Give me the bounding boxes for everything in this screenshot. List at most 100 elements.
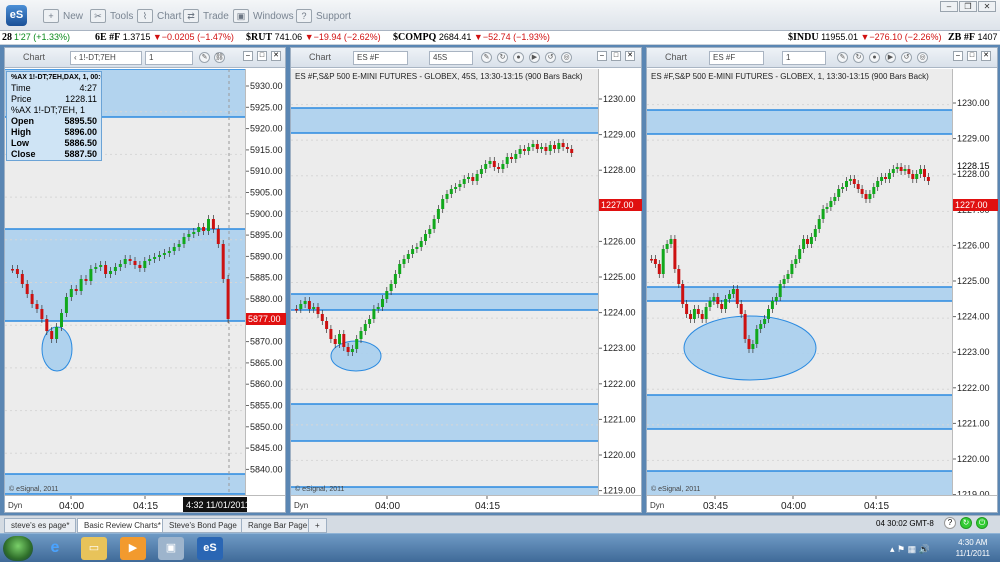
tab-basic-review-charts[interactable]: Basic Review Charts*: [77, 518, 168, 533]
panel-minimize[interactable]: –: [597, 51, 607, 61]
tab-steves-es-page[interactable]: steve's es page*: [4, 518, 77, 533]
esignal-app-icon[interactable]: eS: [6, 5, 27, 26]
replay-icon[interactable]: ↺: [901, 52, 912, 63]
candle: [221, 244, 225, 279]
plot-area[interactable]: ES #F,S&P 500 E-MINI FUTURES - GLOBEX, 4…: [291, 69, 600, 496]
candle: [755, 329, 759, 344]
add-tab-button[interactable]: +: [308, 518, 327, 533]
target-icon[interactable]: ◎: [917, 52, 928, 63]
candle: [860, 189, 864, 194]
stop-icon[interactable]: ●: [513, 52, 524, 63]
panel-close[interactable]: ✕: [981, 51, 991, 61]
tab-range-bar-page[interactable]: Range Bar Page: [241, 518, 315, 533]
panel-close[interactable]: ✕: [625, 51, 635, 61]
ticker-item[interactable]: $INDU 11955.01 ▼−276.10 (−2.26%): [788, 32, 941, 43]
refresh-icon[interactable]: ↻: [853, 52, 864, 63]
interval-field[interactable]: 1: [782, 51, 826, 65]
play-icon[interactable]: ▶: [529, 52, 540, 63]
support-button[interactable]: ? Support: [296, 7, 351, 25]
close-button[interactable]: ✕: [978, 1, 996, 12]
maximize-button[interactable]: ❐: [959, 1, 977, 12]
chart-panel-es-1min[interactable]: Chart ES #F 1 ✎ ↻ ● ▶ ↺ ◎ – □ ✕ ES #F,S&…: [646, 47, 998, 513]
link-icon[interactable]: ⛓: [214, 52, 225, 63]
ticker-item[interactable]: 1'27 (+1.33%): [14, 32, 70, 42]
price-chart[interactable]: [647, 69, 954, 496]
candle: [441, 199, 445, 209]
ticker-item[interactable]: $COMPQ 2684.41 ▼−52.74 (−1.93%): [393, 32, 550, 43]
price-axis[interactable]: 5930.00 5925.00 5920.00 5915.00 5910.00 5905.…: [245, 69, 286, 495]
last-price-label: 1227.00: [955, 200, 988, 210]
price-axis[interactable]: 1230.001229.001228.001227.001226.001225.…: [598, 69, 642, 496]
candle: [226, 279, 230, 319]
esignal-taskbar-icon[interactable]: eS: [197, 537, 223, 560]
tray-icons[interactable]: ▴ ⚑ ▦ 🔊: [890, 544, 930, 555]
candle: [389, 284, 393, 291]
internet-explorer-icon[interactable]: e: [42, 537, 68, 560]
panel-minimize[interactable]: –: [953, 51, 963, 61]
candle: [692, 309, 696, 319]
stop-icon[interactable]: ●: [869, 52, 880, 63]
power-icon[interactable]: ⏻: [976, 517, 988, 529]
chart-panel-dax[interactable]: Chart ‹ 1!-DT;7EH 1 ✎ ⛓ – □ ✕ © eSignal,…: [4, 47, 286, 513]
chart-panel-es-45s[interactable]: Chart ES #F 45S ✎ ↻ ● ▶ ↺ ◎ – □ ✕ ES #F,…: [290, 47, 642, 513]
time-axis[interactable]: Dyn 04:00 04:15: [291, 495, 641, 512]
windows-button[interactable]: ▣ Windows: [233, 7, 294, 25]
support-label: Support: [316, 10, 352, 22]
trade-button[interactable]: ⇄ Trade: [183, 7, 229, 25]
interval-field[interactable]: 1: [145, 51, 193, 65]
new-button[interactable]: + New: [43, 7, 83, 25]
data-row-close: Close 5887.50: [11, 149, 97, 159]
price-tick-label: 1226.00: [957, 240, 990, 250]
media-player-icon[interactable]: ▶: [120, 537, 146, 560]
tab-steves-bond-page[interactable]: Steve's Bond Page: [162, 518, 244, 533]
candle: [518, 149, 522, 154]
ticker-item[interactable]: 6E #F 1.3715 ▼−0.0205 (−1.47%): [95, 32, 234, 43]
target-icon[interactable]: ◎: [561, 52, 572, 63]
quote-ticker: 28 1'27 (+1.33%) 6E #F 1.3715 ▼−0.0205 (…: [0, 31, 1000, 45]
price-tick-label: 1220.00: [957, 454, 990, 464]
play-icon[interactable]: ▶: [885, 52, 896, 63]
panel-close[interactable]: ✕: [271, 51, 281, 61]
candle: [817, 219, 821, 229]
replay-icon[interactable]: ↺: [545, 52, 556, 63]
pencil-icon[interactable]: ✎: [199, 52, 210, 63]
interval-field[interactable]: 45S: [429, 51, 473, 65]
panel-maximize[interactable]: □: [257, 51, 267, 61]
plot-area[interactable]: ES #F,S&P 500 E-MINI FUTURES - GLOBEX, 1…: [647, 69, 954, 496]
ticker-item[interactable]: $RUT 741.06 ▼−19.94 (−2.62%): [246, 32, 381, 43]
symbol-field[interactable]: ‹ 1!-DT;7EH: [70, 51, 142, 65]
ticker-item[interactable]: ZB #F 1407: [948, 32, 998, 43]
minimize-button[interactable]: –: [940, 1, 958, 12]
chart-title: ES #F,S&P 500 E-MINI FUTURES - GLOBEX, 1…: [651, 72, 929, 81]
candle: [177, 244, 181, 247]
connection-status-icon[interactable]: ↻: [960, 517, 972, 529]
pencil-icon[interactable]: ✎: [481, 52, 492, 63]
system-clock[interactable]: 4:30 AM 11/1/2011: [956, 537, 990, 559]
computer-icon[interactable]: ▣: [158, 537, 184, 560]
chart-button[interactable]: ⌇ Chart: [137, 7, 181, 25]
candle: [471, 177, 475, 181]
start-button[interactable]: [3, 536, 33, 561]
symbol-field[interactable]: ES #F: [353, 51, 408, 65]
candle: [720, 304, 724, 309]
panel-maximize[interactable]: □: [967, 51, 977, 61]
candle: [802, 239, 806, 249]
candle: [661, 249, 665, 274]
panel-maximize[interactable]: □: [611, 51, 621, 61]
ticker-item[interactable]: 28: [2, 32, 12, 43]
tools-button[interactable]: ✂ Tools: [90, 7, 133, 25]
help-icon[interactable]: ?: [944, 517, 956, 529]
price-chart[interactable]: [291, 69, 600, 496]
pencil-icon[interactable]: ✎: [837, 52, 848, 63]
panel-minimize[interactable]: –: [243, 51, 253, 61]
price-axis[interactable]: 1230.001229.001228.001227.001226.001225.…: [952, 69, 998, 496]
refresh-icon[interactable]: ↻: [497, 52, 508, 63]
time-axis[interactable]: Dyn 04:00 04:15 4:32 11/01/2011: [5, 495, 285, 512]
symbol-field[interactable]: ES #F: [709, 51, 764, 65]
time-axis[interactable]: Dyn 03:45 04:00 04:15: [647, 495, 997, 512]
folder-icon[interactable]: ▭: [81, 537, 107, 560]
candle: [35, 304, 39, 309]
candle: [385, 291, 389, 299]
new-icon: +: [43, 9, 59, 23]
candle: [449, 189, 453, 194]
